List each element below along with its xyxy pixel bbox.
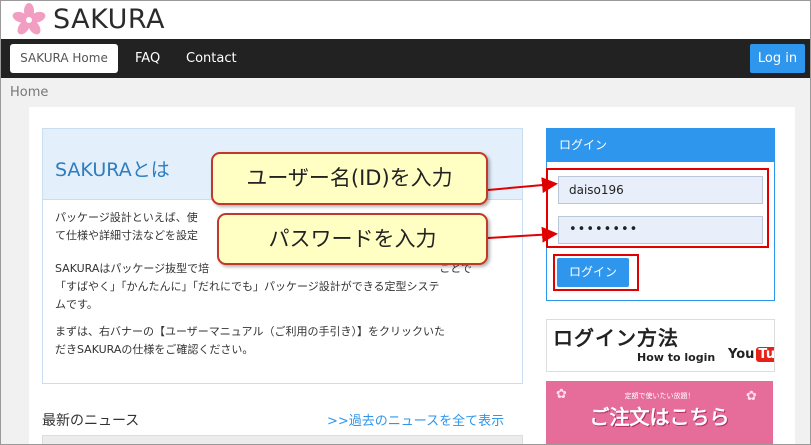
annotation-highlight-button [553, 254, 639, 291]
brand-header: SAKURA [1, 1, 810, 39]
password-callout: パスワードを入力 [217, 213, 488, 265]
username-callout: ユーザー名(ID)を入力 [211, 152, 488, 205]
order-banner-title: ご注文はこちら [589, 405, 730, 429]
about-paragraph-2: SAKURAはパッケージ抜型で培 ことで 「すばやく」「かんたんに」「だれにでも」… [55, 260, 511, 314]
nav-home-link[interactable]: SAKURA Home [10, 44, 118, 73]
login-panel-header: ログイン [547, 129, 774, 162]
about-title: SAKURAとは [55, 159, 170, 181]
breadcrumb[interactable]: Home [10, 85, 48, 100]
about-paragraph-3: まずは、右バナーの【ユーザーマニュアル（ご利用の手引き）】をクリックいた だきS… [55, 323, 511, 359]
how-to-login-subtitle: How to login [637, 351, 716, 364]
annotation-highlight-fields [546, 168, 769, 248]
about-p2-line3: ムです。 [55, 298, 98, 311]
nav-login-button[interactable]: Log in [750, 44, 805, 73]
news-all-link[interactable]: >>過去のニュースを全て表示 [327, 410, 504, 429]
youtube-tube: Tube [756, 347, 774, 362]
youtube-you: You [728, 347, 755, 362]
brand-name[interactable]: SAKURA [53, 3, 165, 37]
order-banner[interactable]: ✿ ✿ 定額で使いたい放題！ ご注文はこちら [546, 381, 773, 444]
nav-contact-link[interactable]: Contact [186, 44, 237, 73]
about-p2-line2: 「すばやく」「かんたんに」「だれにでも」パッケージ設計ができる定型システ [55, 280, 440, 293]
sakura-flower-icon [12, 3, 46, 35]
news-title: 最新のニュース [42, 413, 140, 429]
about-p2-line1-start: SAKURAはパッケージ抜型で培 [55, 262, 210, 275]
order-banner-tagline: 定額で使いたい放題！ [624, 392, 695, 400]
about-p1-start: パッケージ設計といえば、使 [55, 211, 198, 224]
news-list-header [42, 435, 523, 444]
how-to-login-banner[interactable]: ログイン方法 How to login YouTube [546, 319, 775, 372]
how-to-login-title: ログイン方法 [553, 326, 679, 350]
about-p3-line2: だきSAKURAの仕様をご確認ください。 [55, 343, 254, 356]
about-p1-line2: て仕様や詳細寸法などを設定 [55, 229, 198, 242]
about-p3-line1: まずは、右バナーの【ユーザーマニュアル（ご利用の手引き）】をクリックいた [55, 325, 445, 338]
youtube-logo-icon: YouTube [726, 347, 774, 362]
screenshot-frame: SAKURA SAKURA Home FAQ Contact Log in Ho… [0, 0, 811, 445]
navbar [1, 39, 810, 78]
nav-faq-link[interactable]: FAQ [135, 44, 160, 73]
